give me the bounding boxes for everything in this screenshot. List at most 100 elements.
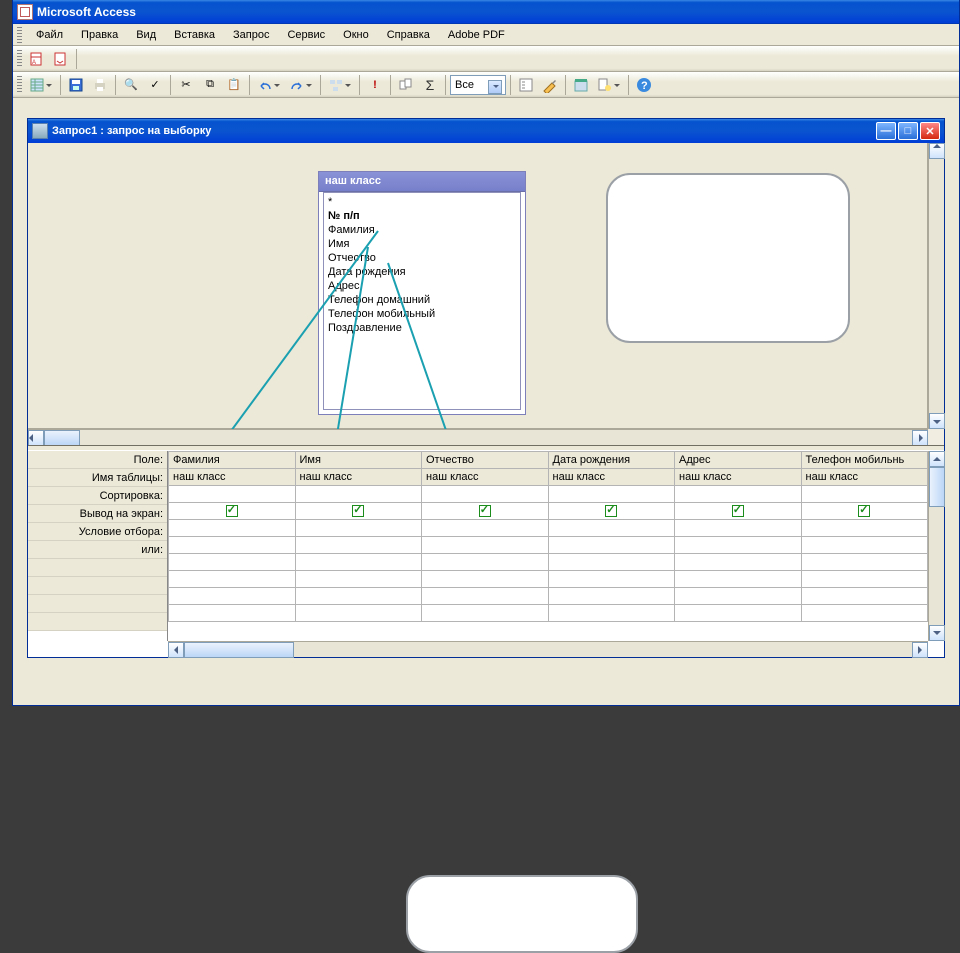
field-item[interactable]: Телефон мобильный <box>328 307 516 321</box>
database-window-button[interactable] <box>570 74 592 96</box>
scroll-down-icon[interactable] <box>929 625 945 641</box>
field-item[interactable]: Фамилия <box>328 223 516 237</box>
build-button[interactable] <box>539 74 561 96</box>
table-relation-pane[interactable]: наш класс * № п/п Фамилия Имя Отчество Д… <box>28 143 944 445</box>
pdf-toolbar: A <box>13 46 959 72</box>
field-item[interactable]: Отчество <box>328 251 516 265</box>
scroll-left-icon[interactable] <box>28 430 44 446</box>
separator <box>359 75 360 95</box>
print-preview-button[interactable]: 🔍 <box>120 74 142 96</box>
menu-view[interactable]: Вид <box>128 26 164 44</box>
qbe-grid[interactable]: Фамилия Имя Отчество Дата рождения Адрес… <box>168 451 928 641</box>
qbe-field-cell[interactable]: Адрес <box>675 452 802 469</box>
field-item[interactable]: Телефон домашний <box>328 293 516 307</box>
qbe-show-cell[interactable] <box>801 503 928 520</box>
help-button[interactable]: ? <box>633 74 655 96</box>
qbe-field-cell[interactable]: Отчество <box>422 452 549 469</box>
vertical-scrollbar[interactable] <box>928 143 944 429</box>
menu-query[interactable]: Запрос <box>225 26 277 44</box>
qbe-criteria-cell[interactable] <box>169 520 296 537</box>
qbe-field-cell[interactable]: Телефон мобильнь <box>801 452 928 469</box>
label-field: Поле: <box>28 451 167 469</box>
redo-button[interactable] <box>286 74 316 96</box>
scroll-thumb[interactable] <box>929 467 945 507</box>
menu-help[interactable]: Справка <box>379 26 438 44</box>
separator <box>76 49 77 69</box>
toolbar-grip-icon[interactable] <box>17 27 22 43</box>
svg-text:A: A <box>32 60 36 66</box>
table-fieldlist[interactable]: наш класс * № п/п Фамилия Имя Отчество Д… <box>318 171 526 415</box>
annotation-callout <box>606 173 850 343</box>
print-button[interactable] <box>89 74 111 96</box>
field-item[interactable]: № п/п <box>328 209 516 223</box>
scroll-left-icon[interactable] <box>168 642 184 658</box>
undo-button[interactable] <box>254 74 284 96</box>
qbe-sort-cell[interactable] <box>169 486 296 503</box>
qbe-show-cell[interactable] <box>169 503 296 520</box>
subwindow-titlebar[interactable]: Запрос1 : запрос на выборку — □ ✕ <box>28 119 944 143</box>
qbe-field-cell[interactable]: Фамилия <box>169 452 296 469</box>
spellcheck-button[interactable]: ✓ <box>144 74 166 96</box>
view-button[interactable] <box>26 74 56 96</box>
qbe-table-cell[interactable]: наш класс <box>422 469 549 486</box>
checkbox-icon[interactable] <box>732 505 744 517</box>
new-object-button[interactable] <box>594 74 624 96</box>
field-item[interactable]: Дата рождения <box>328 265 516 279</box>
menu-file[interactable]: Файл <box>28 26 71 44</box>
save-button[interactable] <box>65 74 87 96</box>
menu-window[interactable]: Окно <box>335 26 377 44</box>
qbe-show-cell[interactable] <box>422 503 549 520</box>
qbe-show-cell[interactable] <box>675 503 802 520</box>
paste-button[interactable]: 📋 <box>223 74 245 96</box>
qbe-table-cell[interactable]: наш класс <box>675 469 802 486</box>
menu-tools[interactable]: Сервис <box>279 26 333 44</box>
qbe-table-cell[interactable]: наш класс <box>295 469 422 486</box>
checkbox-icon[interactable] <box>858 505 870 517</box>
checkbox-icon[interactable] <box>352 505 364 517</box>
scroll-right-icon[interactable] <box>912 430 928 446</box>
horizontal-scrollbar[interactable] <box>28 429 928 445</box>
qbe-field-cell[interactable]: Имя <box>295 452 422 469</box>
pdf-export-icon[interactable]: A <box>26 48 48 70</box>
qbe-show-cell[interactable] <box>548 503 675 520</box>
toolbar-grip-icon[interactable] <box>17 50 22 68</box>
vertical-scrollbar[interactable] <box>928 451 944 641</box>
totals-button[interactable]: Σ <box>419 74 441 96</box>
cut-button[interactable]: ✂ <box>175 74 197 96</box>
scroll-up-icon[interactable] <box>929 143 945 159</box>
minimize-button[interactable]: — <box>876 122 896 140</box>
properties-button[interactable] <box>515 74 537 96</box>
checkbox-icon[interactable] <box>226 505 238 517</box>
scroll-up-icon[interactable] <box>929 451 945 467</box>
field-item[interactable]: Имя <box>328 237 516 251</box>
query-icon <box>32 123 48 139</box>
field-item[interactable]: * <box>328 195 516 209</box>
run-button[interactable]: ! <box>364 74 386 96</box>
scroll-right-icon[interactable] <box>912 642 928 658</box>
menu-edit[interactable]: Правка <box>73 26 126 44</box>
qbe-table-cell[interactable]: наш класс <box>548 469 675 486</box>
checkbox-icon[interactable] <box>605 505 617 517</box>
checkbox-icon[interactable] <box>479 505 491 517</box>
scroll-down-icon[interactable] <box>929 413 945 429</box>
pdf-mail-icon[interactable] <box>50 48 72 70</box>
toolbar-grip-icon[interactable] <box>17 76 22 94</box>
menu-insert[interactable]: Вставка <box>166 26 223 44</box>
close-button[interactable]: ✕ <box>920 122 940 140</box>
copy-button[interactable]: ⧉ <box>199 74 221 96</box>
qbe-field-cell[interactable]: Дата рождения <box>548 452 675 469</box>
qbe-table-cell[interactable]: наш класс <box>169 469 296 486</box>
qbe-show-cell[interactable] <box>295 503 422 520</box>
menu-adobepdf[interactable]: Adobe PDF <box>440 26 513 44</box>
maximize-button[interactable]: □ <box>898 122 918 140</box>
horizontal-scrollbar[interactable] <box>168 641 928 657</box>
showtable-button[interactable] <box>395 74 417 96</box>
qbe-or-cell[interactable] <box>169 537 296 554</box>
scroll-thumb[interactable] <box>184 642 294 658</box>
querytype-button[interactable] <box>325 74 355 96</box>
qbe-table-cell[interactable]: наш класс <box>801 469 928 486</box>
topvalues-combo[interactable]: Все <box>450 75 506 95</box>
scroll-thumb[interactable] <box>44 430 80 446</box>
field-item[interactable]: Поздравление <box>328 321 516 335</box>
field-item[interactable]: Адрес <box>328 279 516 293</box>
